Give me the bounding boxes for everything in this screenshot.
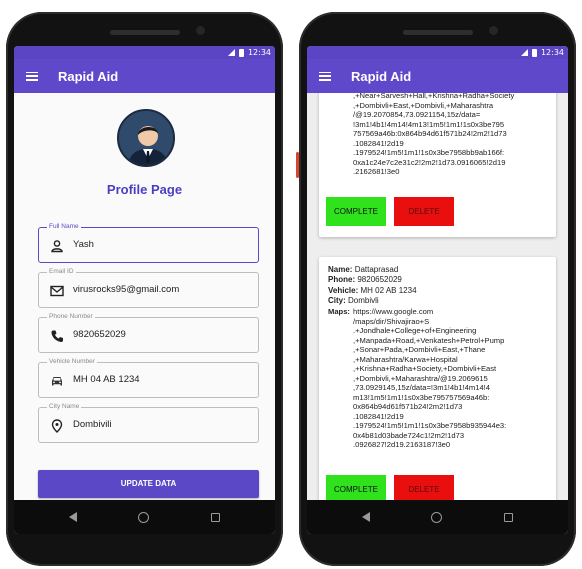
nav-back-icon[interactable] (361, 512, 370, 522)
vehicle-value: MH 02 AB 1234 (360, 285, 417, 295)
phone-icon (51, 330, 63, 342)
power-button (296, 152, 299, 178)
email-label: Email ID (47, 268, 76, 275)
android-nav-bar (14, 500, 275, 534)
full-name-value: Yash (73, 239, 94, 250)
speaker-grill (110, 30, 180, 35)
hamburger-menu-icon[interactable] (319, 71, 331, 81)
request-card: Name: Dattaprasad Phone: 9820652029 Vehi… (319, 257, 556, 500)
vehicle-number-label: Vehicle Number (47, 358, 97, 365)
app-title: Rapid Aid (58, 68, 119, 84)
android-nav-bar (307, 500, 568, 534)
city-name-value: Dombivili (73, 419, 112, 430)
person-icon (51, 240, 63, 253)
maps-link-continued[interactable]: ,+Near+Sarvesh+Hall,+Krishna+Radha+Socie… (319, 93, 514, 177)
app-bar: Rapid Aid (14, 59, 275, 93)
vehicle-number-field[interactable]: Vehicle Number MH 04 AB 1234 (38, 358, 259, 398)
phone-number-value: 9820652029 (73, 329, 126, 340)
two-phone-mockup: 12:34 Rapid Aid Profile Page Full Name Y… (0, 0, 582, 569)
name-value: Dattaprasad (354, 265, 399, 274)
mail-icon (50, 285, 64, 297)
vehicle-number-value: MH 04 AB 1234 (73, 374, 140, 385)
request-details: Name: Dattaprasad Phone: 9820652029 Vehi… (328, 265, 417, 307)
status-bar: 12:34 (14, 46, 275, 59)
maps-label: Maps: (328, 307, 350, 316)
app-title: Rapid Aid (351, 68, 412, 84)
phone-number-field[interactable]: Phone Number 9820652029 (38, 313, 259, 353)
app-bar: Rapid Aid (307, 59, 568, 93)
name-row: Name: Dattaprasad (328, 265, 417, 275)
phone-left: 12:34 Rapid Aid Profile Page Full Name Y… (6, 12, 283, 566)
complete-button[interactable]: COMPLETE (326, 197, 386, 226)
car-icon (52, 377, 62, 386)
phone-row: Phone: 9820652029 (328, 275, 417, 285)
battery-icon (238, 48, 244, 57)
city-name-field[interactable]: City Name Dombivili (38, 403, 259, 443)
request-card: ,+Near+Sarvesh+Hall,+Krishna+Radha+Socie… (319, 93, 556, 237)
phone-label: Phone: (328, 275, 356, 285)
speaker-grill (403, 30, 473, 35)
status-bar: 12:34 (307, 46, 568, 59)
city-value: Dombivli (348, 296, 379, 306)
nav-recents-icon[interactable] (504, 512, 514, 522)
city-label: City: (328, 296, 346, 306)
nav-home-icon[interactable] (138, 511, 150, 523)
request-list[interactable]: ,+Near+Sarvesh+Hall,+Krishna+Radha+Socie… (307, 93, 568, 500)
battery-icon (531, 48, 537, 57)
status-time: 12:34 (540, 48, 564, 57)
city-name-label: City Name (47, 403, 82, 410)
update-data-button[interactable]: UPDATE DATA (38, 470, 259, 498)
phone-right: 12:34 Rapid Aid ,+Near+Sarvesh+Hall,+Kri… (296, 12, 576, 566)
signal-icon (227, 49, 235, 56)
profile-avatar-icon (117, 109, 175, 167)
front-camera (489, 26, 498, 35)
delete-button[interactable]: DELETE (394, 197, 454, 226)
email-field[interactable]: Email ID virusrocks95@gmail.com (38, 268, 259, 308)
delete-button[interactable]: DELETE (394, 475, 454, 500)
vehicle-row: Vehicle: MH 02 AB 1234 (328, 286, 417, 296)
nav-recents-icon[interactable] (211, 512, 221, 522)
signal-icon (520, 49, 528, 56)
hamburger-menu-icon[interactable] (26, 71, 38, 81)
name-label: Name: (328, 265, 353, 274)
city-row: City: Dombivli (328, 296, 417, 306)
requests-screen: 12:34 Rapid Aid ,+Near+Sarvesh+Hall,+Kri… (307, 46, 568, 534)
vehicle-label: Vehicle: (328, 285, 359, 295)
nav-home-icon[interactable] (431, 511, 443, 523)
profile-screen: 12:34 Rapid Aid Profile Page Full Name Y… (14, 46, 275, 534)
phone-value: 9820652029 (357, 275, 402, 285)
front-camera (196, 26, 205, 35)
nav-back-icon[interactable] (68, 512, 77, 522)
location-pin-icon (51, 419, 63, 433)
full-name-label: Full Name (47, 223, 81, 230)
complete-button[interactable]: COMPLETE (326, 475, 386, 500)
full-name-field[interactable]: Full Name Yash (38, 223, 259, 263)
phone-number-label: Phone Number (47, 313, 95, 320)
email-value: virusrocks95@gmail.com (73, 284, 180, 295)
page-title: Profile Page (106, 182, 183, 197)
maps-link[interactable]: https://www.google.com /maps/dir/Shivaji… (353, 307, 506, 450)
status-time: 12:34 (247, 48, 271, 57)
